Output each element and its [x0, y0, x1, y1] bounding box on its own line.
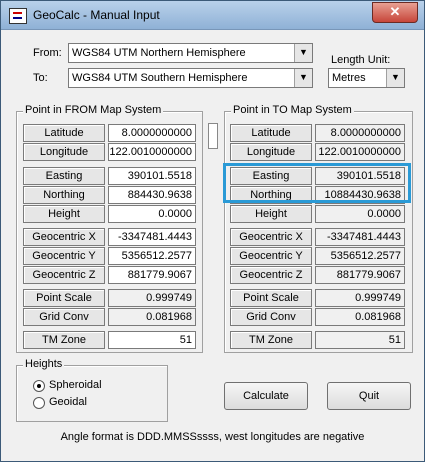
- to-longitude-value: 122.0010000000: [315, 143, 405, 161]
- to-height-value: 0.0000: [315, 205, 405, 223]
- from-northing-input[interactable]: 884430.9638: [108, 186, 196, 204]
- title-bar[interactable]: GeoCalc - Manual Input ✕: [1, 1, 424, 30]
- to-grid-conv-value: 0.081968: [315, 308, 405, 326]
- to-grid-conv-button[interactable]: Grid Conv: [230, 308, 312, 326]
- geoidal-radio[interactable]: [33, 397, 45, 409]
- to-select[interactable]: WGS84 UTM Southern Hemisphere ▼: [68, 68, 313, 88]
- from-grid-conv-button[interactable]: Grid Conv: [23, 308, 105, 326]
- to-point-scale-button[interactable]: Point Scale: [230, 289, 312, 307]
- from-point-scale-button[interactable]: Point Scale: [23, 289, 105, 307]
- length-unit-select[interactable]: Metres ▼: [328, 68, 405, 88]
- to-geocentric-y-value: 5356512.2577: [315, 247, 405, 265]
- from-geocentric-z-button[interactable]: Geocentric Z: [23, 266, 105, 284]
- from-latitude-button[interactable]: Latitude: [23, 124, 105, 142]
- geoidal-label[interactable]: Geoidal: [49, 396, 87, 408]
- from-longitude-button[interactable]: Longitude: [23, 143, 105, 161]
- to-geocentric-z-value: 881779.9067: [315, 266, 405, 284]
- from-northing-button[interactable]: Northing: [23, 186, 105, 204]
- from-geocentric-y-button[interactable]: Geocentric Y: [23, 247, 105, 265]
- from-tm-zone-input[interactable]: 51: [108, 331, 196, 349]
- app-icon: [9, 8, 27, 24]
- spheroidal-radio[interactable]: [33, 380, 45, 392]
- to-latitude-value: 8.0000000000: [315, 124, 405, 142]
- length-unit-value: Metres: [332, 72, 366, 84]
- heights-group-title: Heights: [23, 358, 65, 370]
- quit-button[interactable]: Quit: [327, 382, 411, 410]
- to-label: To:: [33, 72, 48, 84]
- to-longitude-button[interactable]: Longitude: [230, 143, 312, 161]
- from-tm-zone-button[interactable]: TM Zone: [23, 331, 105, 349]
- from-geocentric-y-input[interactable]: 5356512.2577: [108, 247, 196, 265]
- chevron-down-icon[interactable]: ▼: [294, 69, 312, 87]
- from-group-title: Point in FROM Map System: [23, 104, 164, 116]
- from-easting-button[interactable]: Easting: [23, 167, 105, 185]
- to-height-button[interactable]: Height: [230, 205, 312, 223]
- window-title: GeoCalc - Manual Input: [33, 8, 160, 22]
- length-unit-label: Length Unit:: [331, 54, 391, 66]
- from-geocentric-x-input[interactable]: -3347481.4443: [108, 228, 196, 246]
- from-height-input[interactable]: 0.0000: [108, 205, 196, 223]
- from-select[interactable]: WGS84 UTM Northern Hemisphere ▼: [68, 43, 313, 63]
- to-tm-zone-button[interactable]: TM Zone: [230, 331, 312, 349]
- calculate-button[interactable]: Calculate: [224, 382, 308, 410]
- to-geocentric-x-value: -3347481.4443: [315, 228, 405, 246]
- to-tm-zone-value: 51: [315, 331, 405, 349]
- from-easting-input[interactable]: 390101.5518: [108, 167, 196, 185]
- to-geocentric-x-button[interactable]: Geocentric X: [230, 228, 312, 246]
- to-point-scale-value: 0.999749: [315, 289, 405, 307]
- from-longitude-input[interactable]: 122.0010000000: [108, 143, 196, 161]
- from-grid-conv-value: 0.081968: [108, 308, 196, 326]
- to-geocentric-y-button[interactable]: Geocentric Y: [230, 247, 312, 265]
- to-latitude-button[interactable]: Latitude: [230, 124, 312, 142]
- to-group-title: Point in TO Map System: [231, 104, 354, 116]
- spheroidal-label[interactable]: Spheroidal: [49, 379, 102, 391]
- from-height-button[interactable]: Height: [23, 205, 105, 223]
- from-geocentric-x-button[interactable]: Geocentric X: [23, 228, 105, 246]
- from-latitude-input[interactable]: 8.0000000000: [108, 124, 196, 142]
- from-point-scale-value: 0.999749: [108, 289, 196, 307]
- to-geocentric-z-button[interactable]: Geocentric Z: [230, 266, 312, 284]
- chevron-down-icon[interactable]: ▼: [294, 44, 312, 62]
- from-label: From:: [33, 47, 62, 59]
- from-geocentric-z-input[interactable]: 881779.9067: [108, 266, 196, 284]
- highlight-box: [223, 163, 411, 203]
- status-text: Angle format is DDD.MMSSssss, west longi…: [60, 431, 365, 443]
- close-button[interactable]: ✕: [372, 2, 418, 23]
- from-select-value: WGS84 UTM Northern Hemisphere: [72, 47, 246, 59]
- chevron-down-icon[interactable]: ▼: [386, 69, 404, 87]
- geocalc-window: GeoCalc - Manual Input ✕ From: WGS84 UTM…: [0, 0, 425, 462]
- scroll-handle[interactable]: [208, 123, 218, 149]
- to-select-value: WGS84 UTM Southern Hemisphere: [72, 72, 248, 84]
- heights-group: Heights: [16, 358, 168, 422]
